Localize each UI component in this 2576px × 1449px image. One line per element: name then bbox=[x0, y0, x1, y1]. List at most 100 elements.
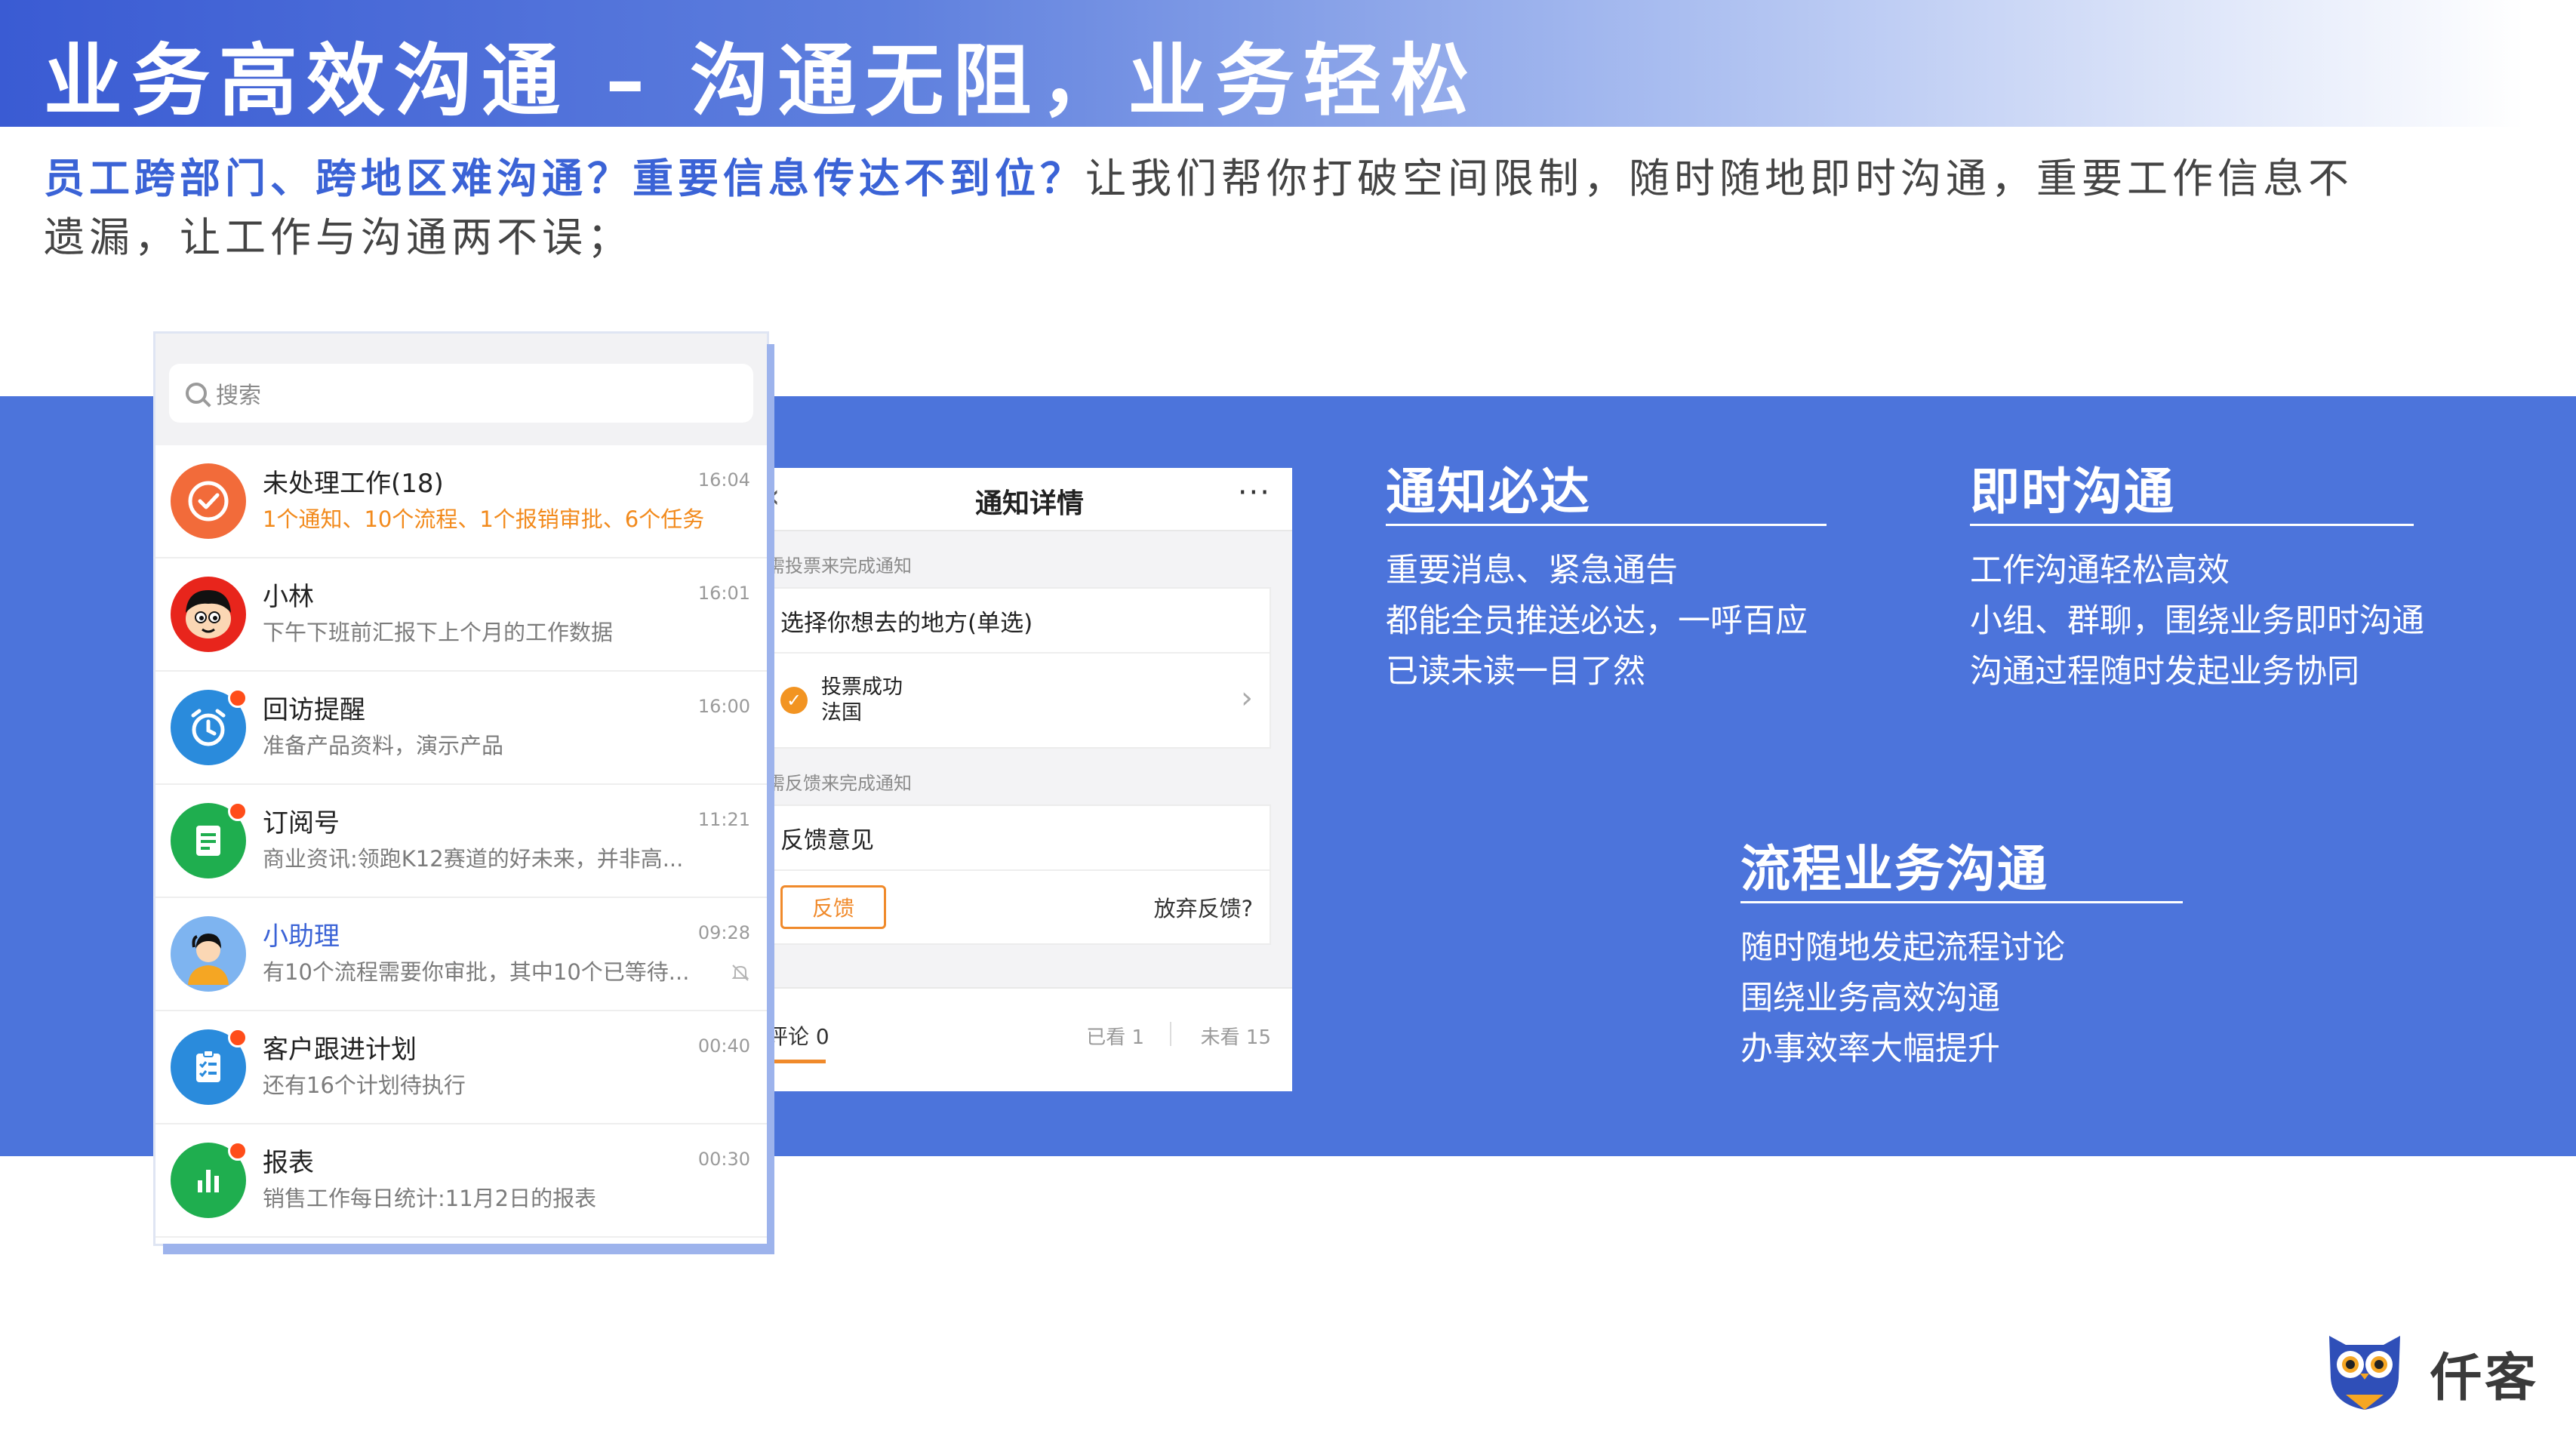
chat-time: 00:40 bbox=[697, 1035, 750, 1057]
vote-choice: 法国 bbox=[821, 701, 862, 724]
feedback-card: 反馈意见 反馈 放弃反馈? bbox=[767, 804, 1271, 945]
customer-plan-avatar bbox=[171, 1028, 248, 1105]
tab-divider bbox=[1170, 1022, 1171, 1046]
feature-line: 工作沟通轻松高效 bbox=[1970, 552, 2230, 589]
assistant-avatar bbox=[171, 916, 246, 992]
notice-detail-screen: ‹ 通知详情 ··· 需投票来完成通知 选择你想去的地方(单选) ✓ 投票成功 … bbox=[767, 468, 1292, 1091]
subscription-avatar bbox=[171, 801, 248, 878]
notice-top-bar: ‹ 通知详情 ··· bbox=[767, 468, 1292, 531]
chat-preview: 1个通知、10个流程、1个报销审批、6个任务 bbox=[263, 506, 705, 532]
search-placeholder: 搜索 bbox=[216, 383, 261, 409]
feature-line: 重要消息、紧急通告 bbox=[1386, 552, 1678, 589]
owl-logo-icon bbox=[2329, 1336, 2400, 1410]
feature-divider bbox=[1386, 524, 1827, 526]
feature-line: 已读未读一目了然 bbox=[1386, 653, 1645, 691]
unread-dot bbox=[228, 801, 248, 821]
chat-name: 订阅号 bbox=[263, 808, 340, 838]
search-icon bbox=[186, 383, 207, 404]
feature-instant-chat: 即时沟通 工作沟通轻松高效 小组、群聊，围绕业务即时沟通 沟通过程随时发起业务协… bbox=[1970, 451, 2424, 697]
chat-preview: 准备产品资料，演示产品 bbox=[263, 733, 504, 758]
pending-work-avatar bbox=[171, 463, 246, 539]
chat-preview: 销售工作每日统计:11月2日的报表 bbox=[263, 1186, 597, 1211]
chat-list-screen: 搜索 未处理工作(18) 1个通知、10个流程、1个报销审批、6个任务 16:0… bbox=[155, 334, 767, 1244]
brand-name: 仟客 bbox=[2430, 1349, 2540, 1408]
tab-unread[interactable]: 未看 15 bbox=[1201, 1022, 1271, 1050]
chat-item-report[interactable]: 报表 销售工作每日统计:11月2日的报表 00:30 bbox=[155, 1124, 767, 1238]
feature-title: 流程业务沟通 bbox=[1740, 840, 2048, 898]
check-icon: ✓ bbox=[780, 687, 808, 714]
chat-item-subscription[interactable]: 订阅号 商业资讯:领跑K12赛道的好未来，并非高... 11:21 bbox=[155, 785, 767, 898]
feature-line: 围绕业务高效沟通 bbox=[1740, 980, 2000, 1017]
vote-status: 投票成功 bbox=[821, 675, 903, 699]
page-title: 业务高效沟通 – 沟通无阻，业务轻松 bbox=[44, 35, 1479, 127]
chat-item-assistant[interactable]: 小助理 有10个流程需要你审批，其中10个已等待... 09:28 bbox=[155, 898, 767, 1011]
feature-line: 小组、群聊，围绕业务即时沟通 bbox=[1970, 602, 2424, 640]
chat-time: 00:30 bbox=[697, 1149, 750, 1170]
feature-divider bbox=[1740, 901, 2183, 903]
tab-read[interactable]: 已看 1 bbox=[1086, 1022, 1144, 1050]
feedback-title: 反馈意见 bbox=[768, 806, 1270, 871]
header-banner: 业务高效沟通 – 沟通无阻，业务轻松 bbox=[0, 0, 2576, 127]
chat-preview: 下午下班前汇报下上个月的工作数据 bbox=[263, 620, 614, 645]
chevron-right-icon: › bbox=[1241, 681, 1253, 715]
report-avatar bbox=[171, 1141, 248, 1218]
more-icon[interactable]: ··· bbox=[1238, 475, 1271, 510]
assistant-figure-icon bbox=[188, 934, 229, 985]
abandon-feedback-link[interactable]: 放弃反馈? bbox=[1154, 891, 1253, 923]
chat-item-xiaolin[interactable]: 小林 下午下班前汇报下上个月的工作数据 16:01 bbox=[155, 558, 767, 672]
unread-dot bbox=[228, 688, 248, 708]
chat-time: 16:04 bbox=[697, 469, 750, 491]
feature-title: 通知必达 bbox=[1386, 463, 1591, 521]
notice-title: 通知详情 bbox=[974, 488, 1084, 519]
chat-time: 09:28 bbox=[697, 922, 750, 943]
document-icon bbox=[196, 826, 220, 856]
chat-name: 客户跟进计划 bbox=[263, 1035, 417, 1065]
feature-notice: 通知必达 重要消息、紧急通告 都能全员推送必达，一呼百应 已读未读一目了然 bbox=[1386, 451, 1827, 697]
feedback-section-label: 需反馈来完成通知 bbox=[767, 773, 912, 794]
bar-chart-icon bbox=[198, 1170, 219, 1192]
unread-dot bbox=[228, 1141, 248, 1161]
vote-card: 选择你想去的地方(单选) ✓ 投票成功 法国 › bbox=[767, 587, 1271, 749]
feature-title: 即时沟通 bbox=[1970, 463, 2175, 521]
notice-bottom-tabs: 评论 0 已看 1 未看 15 bbox=[767, 987, 1292, 1091]
chat-name: 小林 bbox=[263, 582, 314, 612]
chat-preview: 有10个流程需要你审批，其中10个已等待... bbox=[263, 959, 690, 985]
cartoon-avatar bbox=[171, 577, 246, 652]
chat-preview: 商业资讯:领跑K12赛道的好未来，并非高... bbox=[263, 846, 684, 872]
chat-item-callback-reminder[interactable]: 回访提醒 准备产品资料，演示产品 16:00 bbox=[155, 672, 767, 785]
feature-line: 沟通过程随时发起业务协同 bbox=[1970, 653, 2359, 691]
check-badge-icon bbox=[188, 481, 229, 521]
checklist-icon bbox=[196, 1050, 220, 1082]
chat-name: 小助理 bbox=[263, 921, 340, 952]
feature-process-chat: 流程业务沟通 随时随地发起流程讨论 围绕业务高效沟通 办事效率大幅提升 bbox=[1740, 829, 2183, 1075]
intro-paragraph: 员工跨部门、跨地区难沟通？重要信息传达不到位？让我们帮你打破空间限制，随时随地即… bbox=[44, 149, 2368, 267]
feedback-actions: 反馈 放弃反馈? bbox=[768, 871, 1270, 943]
feature-divider bbox=[1970, 524, 2414, 526]
chat-name: 报表 bbox=[263, 1148, 314, 1178]
vote-question: 选择你想去的地方(单选) bbox=[768, 589, 1270, 654]
feature-line: 随时随地发起流程讨论 bbox=[1740, 929, 2065, 967]
tab-comment[interactable]: 评论 0 bbox=[767, 1020, 829, 1051]
active-tab-indicator bbox=[767, 1060, 826, 1063]
search-bar: 搜索 bbox=[155, 334, 767, 445]
chat-time: 16:00 bbox=[697, 696, 750, 717]
feature-line: 都能全员推送必达，一呼百应 bbox=[1386, 602, 1808, 640]
vote-result-row[interactable]: ✓ 投票成功 法国 › bbox=[768, 654, 1270, 747]
search-input[interactable]: 搜索 bbox=[169, 364, 753, 423]
chat-time: 16:01 bbox=[697, 583, 750, 604]
chat-time: 11:21 bbox=[697, 809, 750, 830]
unread-dot bbox=[228, 1028, 248, 1048]
vote-section-label: 需投票来完成通知 bbox=[767, 555, 912, 577]
intro-highlight: 员工跨部门、跨地区难沟通？重要信息传达不到位？ bbox=[44, 155, 1085, 202]
chat-name: 回访提醒 bbox=[263, 695, 365, 725]
feedback-button[interactable]: 反馈 bbox=[780, 885, 886, 929]
chat-item-pending-work[interactable]: 未处理工作(18) 1个通知、10个流程、1个报销审批、6个任务 16:04 bbox=[155, 445, 767, 558]
mute-bell-icon bbox=[731, 963, 750, 987]
reminder-avatar bbox=[171, 688, 248, 765]
chat-item-customer-plan[interactable]: 客户跟进计划 还有16个计划待执行 00:40 bbox=[155, 1011, 767, 1124]
slide: 业务高效沟通 – 沟通无阻，业务轻松 员工跨部门、跨地区难沟通？重要信息传达不到… bbox=[0, 0, 2576, 1449]
chat-preview: 还有16个计划待执行 bbox=[263, 1072, 466, 1098]
chat-name: 未处理工作(18) bbox=[263, 469, 444, 499]
alarm-clock-icon bbox=[191, 709, 226, 746]
feature-line: 办事效率大幅提升 bbox=[1740, 1030, 2000, 1068]
